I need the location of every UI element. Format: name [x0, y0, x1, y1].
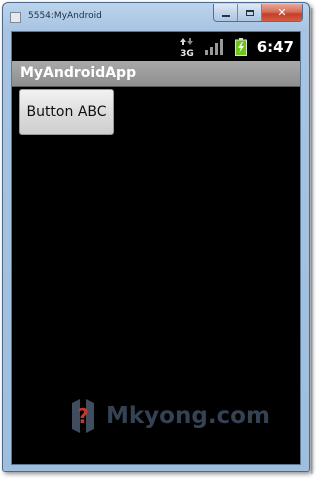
- svg-text:?: ?: [77, 404, 89, 428]
- network-label: 3G: [180, 49, 194, 57]
- mkyong-watermark: ? Mkyong.com: [66, 396, 270, 436]
- status-icons: 3G 6:47: [179, 32, 300, 61]
- status-bar: 3G 6:47: [12, 32, 300, 61]
- signal-icon: [204, 38, 223, 55]
- window-title: 5554:MyAndroid: [28, 11, 102, 21]
- watermark-text: Mkyong.com: [106, 403, 270, 429]
- maximize-icon: [245, 9, 254, 16]
- mkyong-logo: ?: [66, 397, 100, 435]
- minimize-button[interactable]: [214, 4, 238, 21]
- app-titlebar: MyAndroidApp: [12, 61, 300, 87]
- battery-charging-icon: [234, 37, 247, 56]
- caption-buttons: ✕: [213, 4, 303, 22]
- status-clock: 6:47: [256, 37, 294, 56]
- maximize-button[interactable]: [238, 4, 262, 21]
- app-title: MyAndroidApp: [20, 65, 137, 81]
- window-app-icon: [10, 12, 21, 23]
- window-shadow: [311, 8, 314, 474]
- network-3g-icon: 3G: [179, 37, 195, 59]
- close-icon: ✕: [277, 6, 287, 19]
- window-titlebar[interactable]: 5554:MyAndroid ✕: [3, 3, 309, 31]
- minimize-icon: [221, 14, 230, 17]
- close-button[interactable]: ✕: [262, 4, 302, 21]
- button-abc[interactable]: Button ABC: [19, 89, 114, 135]
